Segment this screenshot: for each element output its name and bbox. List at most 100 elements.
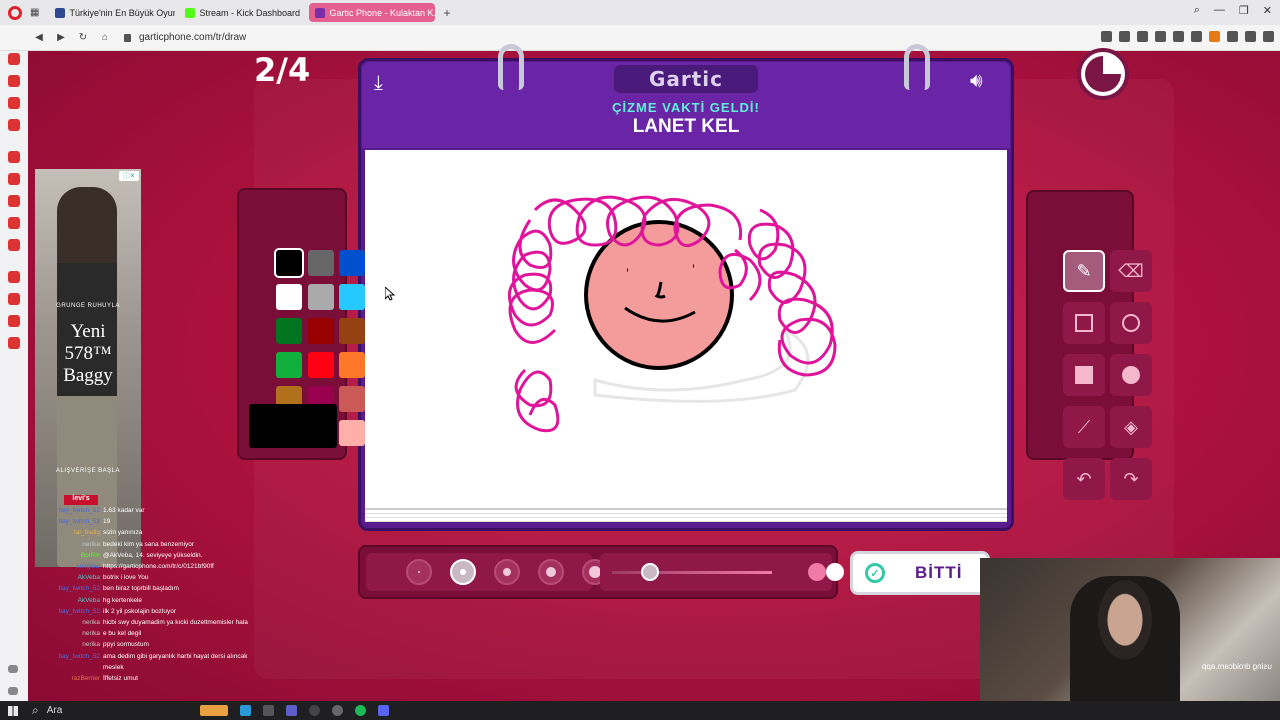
eraser-tool[interactable]: ⌫ xyxy=(1110,250,1152,292)
heart-icon[interactable] xyxy=(1173,31,1184,42)
minimize-icon[interactable]: — xyxy=(1214,4,1225,17)
profile-icon[interactable] xyxy=(1209,31,1220,42)
undo-button[interactable]: ↶ xyxy=(1063,458,1105,500)
taskbar-search[interactable]: Ara xyxy=(32,703,63,718)
color-swatch[interactable] xyxy=(276,352,302,378)
teams-icon[interactable] xyxy=(286,705,297,716)
webcam-overlay: using droidcam.app xyxy=(980,558,1280,701)
opacity-track[interactable] xyxy=(612,571,772,574)
ad-product-line: Baggy xyxy=(63,365,113,386)
taskbar-apps xyxy=(200,705,389,716)
color-swatch[interactable] xyxy=(276,284,302,310)
color-swatch[interactable] xyxy=(274,248,304,278)
translate-icon[interactable] xyxy=(1227,31,1238,42)
tab-turkiye[interactable]: Türkiye'nin En Büyük Oyun xyxy=(49,3,175,22)
color-swatch[interactable] xyxy=(308,318,334,344)
search-tabs-icon[interactable]: ⌕ xyxy=(1194,4,1200,17)
tab-gartic-phone[interactable]: Gartic Phone - Kulaktan K... xyxy=(309,3,436,22)
taskbar-app-icon[interactable] xyxy=(332,705,343,716)
draw-word: LANET KEL xyxy=(632,116,740,137)
extension-icon[interactable] xyxy=(1191,31,1202,42)
volume-icon[interactable]: 🔊︎ xyxy=(970,70,983,93)
home-icon[interactable]: ⌂ xyxy=(96,32,114,43)
pen-tool[interactable]: ✎ xyxy=(1063,250,1105,292)
square-filled-tool[interactable] xyxy=(1063,354,1105,396)
color-swatch[interactable] xyxy=(339,250,365,276)
chat-text: @AkVeba, 14. seviyeye yükseldin. xyxy=(103,551,203,559)
color-swatch[interactable] xyxy=(276,318,302,344)
edge-icon[interactable] xyxy=(240,705,251,716)
color-swatch[interactable] xyxy=(339,420,365,446)
sidebar-app-icon[interactable] xyxy=(8,271,20,283)
adblock-icon[interactable] xyxy=(1137,31,1148,42)
brush-size-option[interactable] xyxy=(450,559,476,585)
sidebar-app-icon[interactable] xyxy=(8,119,20,131)
tab-grid-icon[interactable]: ▦ xyxy=(30,7,39,18)
discord-icon[interactable] xyxy=(8,239,20,251)
chat-message: bay_twitch_52 19 xyxy=(38,516,278,527)
sidebar-app-icon[interactable] xyxy=(8,315,20,327)
color-swatch[interactable] xyxy=(308,352,334,378)
opera-gx-icon[interactable] xyxy=(263,705,274,716)
gx-icon[interactable] xyxy=(8,665,18,673)
new-tab-button[interactable]: + xyxy=(443,6,450,20)
color-swatch[interactable] xyxy=(339,318,365,344)
download-icon[interactable]: ⤓ xyxy=(374,72,383,95)
eraser-icon: ⌫ xyxy=(1118,260,1144,281)
line-tool[interactable]: ⟋ xyxy=(1063,406,1105,448)
windows-start-icon[interactable] xyxy=(8,705,18,716)
settings-icon[interactable] xyxy=(8,337,20,349)
chat-username: bay_twitch_52 xyxy=(58,507,100,514)
color-swatch[interactable] xyxy=(308,250,334,276)
back-icon[interactable]: ◀ xyxy=(30,32,48,43)
sidebar-app-icon[interactable] xyxy=(8,97,20,109)
player-icon[interactable] xyxy=(1155,31,1166,42)
pen-icon: ✎ xyxy=(1076,260,1092,281)
twitch-icon[interactable] xyxy=(8,151,20,163)
color-swatch[interactable] xyxy=(339,386,365,412)
chat-text: hicbi swy duyamadim ya kıcki duzeltmemis… xyxy=(103,619,248,627)
reload-icon[interactable]: ↻ xyxy=(74,32,92,43)
done-button[interactable]: ✓ BİTTİ xyxy=(850,551,990,595)
whatsapp-icon[interactable] xyxy=(8,173,20,185)
ad-cta[interactable]: ALIŞVERİŞE BAŞLA xyxy=(35,468,141,474)
color-swatch[interactable] xyxy=(308,284,334,310)
drawing-canvas[interactable] xyxy=(365,150,1007,522)
square-outline-tool[interactable] xyxy=(1063,302,1105,344)
circle-outline-tool[interactable] xyxy=(1110,302,1152,344)
circle-filled-tool[interactable] xyxy=(1110,354,1152,396)
brush-size-option[interactable] xyxy=(494,559,520,585)
fill-bucket-tool[interactable]: ◈ xyxy=(1110,406,1152,448)
maximize-icon[interactable]: ❐ xyxy=(1239,4,1249,17)
color-swatch[interactable] xyxy=(339,284,365,310)
url-text: garticphone.com/tr/draw xyxy=(139,32,247,43)
snapshot-icon[interactable] xyxy=(1119,31,1130,42)
taskbar-app-icon[interactable] xyxy=(200,705,228,716)
spotify-icon[interactable] xyxy=(355,705,366,716)
opera-logo-icon[interactable] xyxy=(8,5,22,20)
window-controls: ⌕ — ❐ ✕ xyxy=(1194,4,1272,17)
forward-icon[interactable]: ▶ xyxy=(52,32,70,43)
url-field[interactable]: garticphone.com/tr/draw xyxy=(124,32,246,43)
sidebar-app-icon[interactable] xyxy=(8,293,20,305)
sidebar-app-icon[interactable] xyxy=(8,53,20,65)
x-icon[interactable] xyxy=(8,217,20,229)
bookmark-icon[interactable] xyxy=(1101,31,1112,42)
obs-icon[interactable] xyxy=(309,705,320,716)
close-icon[interactable]: ✕ xyxy=(1263,4,1272,17)
ai-icon[interactable] xyxy=(1245,31,1256,42)
brush-size-option[interactable] xyxy=(406,559,432,585)
tab-kick-dashboard[interactable]: Stream - Kick Dashboard xyxy=(179,3,305,22)
easy-setup-icon[interactable] xyxy=(1263,31,1274,42)
tab-label: Türkiye'nin En Büyük Oyun xyxy=(69,7,176,18)
discord-icon[interactable] xyxy=(378,705,389,716)
chat-message: AkVeba botrix i love You xyxy=(38,572,278,583)
instagram-icon[interactable] xyxy=(8,195,20,207)
brush-size-option[interactable] xyxy=(538,559,564,585)
more-icon[interactable] xyxy=(8,687,18,695)
opacity-slider-knob[interactable] xyxy=(807,563,826,581)
sidebar-app-icon[interactable] xyxy=(8,75,20,87)
ad-choices-icon[interactable]: ⓘ✕ xyxy=(119,171,139,181)
color-swatch[interactable] xyxy=(339,352,365,378)
redo-button[interactable]: ↷ xyxy=(1110,458,1152,500)
